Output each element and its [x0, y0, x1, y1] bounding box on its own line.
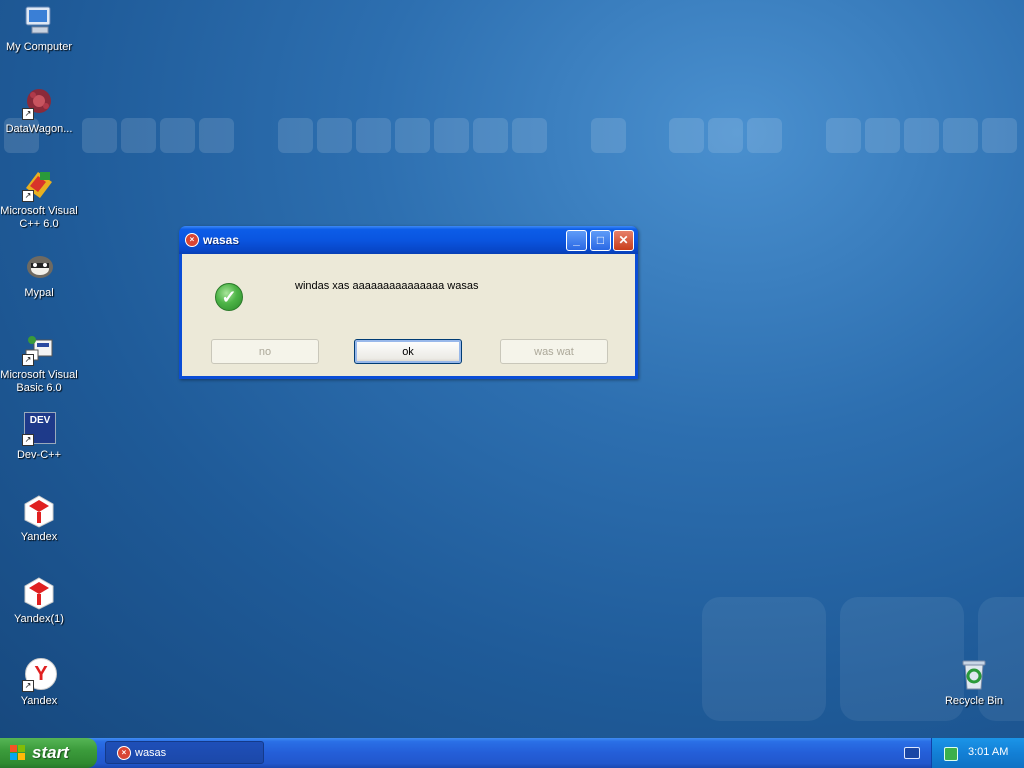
- close-icon: ✕: [618, 233, 629, 247]
- visual-basic-icon: ↗: [22, 332, 56, 366]
- desktop-icon-yandex-browser[interactable]: Y ↗ Yandex: [0, 658, 78, 708]
- desktop-icon-visual-cpp[interactable]: ↗ Microsoft Visual C++ 6.0: [0, 168, 78, 231]
- desktop-icon-yandex-1[interactable]: Yandex(1): [0, 576, 78, 626]
- wallpaper-tile: [708, 118, 743, 153]
- desktop-icon-dev-cpp[interactable]: DEV ↗ Dev-C++: [0, 412, 78, 462]
- wallpaper-tile: [702, 597, 826, 721]
- desktop-icon-recycle-bin[interactable]: Recycle Bin: [935, 658, 1013, 708]
- desktop-icon-my-computer[interactable]: My Computer: [0, 4, 78, 54]
- shortcut-arrow-icon: ↗: [22, 190, 34, 202]
- shortcut-arrow-icon: ↗: [22, 354, 34, 366]
- wallpaper-tile: [865, 118, 900, 153]
- yandex-icon: [22, 494, 56, 528]
- maximize-icon: □: [596, 233, 605, 247]
- wallpaper-tile: [512, 118, 547, 153]
- dialog-title: wasas: [203, 233, 240, 247]
- shortcut-arrow-icon: ↗: [22, 680, 34, 692]
- wallpaper-tile: [356, 118, 391, 153]
- wallpaper-tile: [121, 118, 156, 153]
- taskbar-item-wasas[interactable]: × wasas: [105, 741, 264, 764]
- wallpaper-tile: [160, 118, 195, 153]
- keyboard-layout-icon[interactable]: [904, 747, 920, 759]
- desktop-icon-visual-basic[interactable]: ↗ Microsoft Visual Basic 6.0: [0, 332, 78, 395]
- wallpaper-tile: [395, 118, 430, 153]
- ok-button[interactable]: ok: [354, 339, 462, 364]
- app-error-icon: ×: [185, 233, 199, 247]
- dev-cpp-icon: DEV ↗: [22, 412, 56, 446]
- yandex-icon: [22, 576, 56, 610]
- was-wat-button[interactable]: was wat: [500, 339, 608, 364]
- minimize-icon: _: [573, 233, 580, 247]
- shortcut-arrow-icon: ↗: [22, 434, 34, 446]
- clock[interactable]: 3:01 AM: [968, 746, 1008, 758]
- wallpaper-tile: [82, 118, 117, 153]
- start-button[interactable]: start: [0, 738, 97, 768]
- success-check-icon: ✓: [215, 283, 243, 311]
- yandex-browser-icon: Y ↗: [22, 658, 57, 692]
- wallpaper-tile: [199, 118, 234, 153]
- no-button[interactable]: no: [211, 339, 319, 364]
- close-button[interactable]: ✕: [613, 230, 634, 251]
- wallpaper-tile: [473, 118, 508, 153]
- wallpaper-tile: [904, 118, 939, 153]
- wallpaper-tile: [591, 118, 626, 153]
- shortcut-arrow-icon: ↗: [22, 108, 34, 120]
- wallpaper-tile: [669, 118, 704, 153]
- wallpaper-tile: [747, 118, 782, 153]
- wallpaper-tile: [943, 118, 978, 153]
- message-dialog[interactable]: × wasas _ □ ✕ ✓ windas xas aaaaaaaaaaaaa…: [179, 226, 638, 379]
- wallpaper-tile: [317, 118, 352, 153]
- wallpaper-tile: [982, 118, 1017, 153]
- windows-logo-icon: [10, 745, 26, 761]
- network-icon[interactable]: [944, 747, 958, 761]
- wallpaper-tile: [826, 118, 861, 153]
- app-error-icon: ×: [117, 746, 131, 760]
- mypal-icon: [22, 250, 56, 284]
- datawagon-icon: ↗: [22, 86, 56, 120]
- desktop-icon-yandex[interactable]: Yandex: [0, 494, 78, 544]
- dialog-titlebar[interactable]: × wasas _ □ ✕: [179, 226, 638, 254]
- desktop-icon-datawagon[interactable]: ↗ DataWagon...: [0, 86, 78, 136]
- maximize-button[interactable]: □: [590, 230, 611, 251]
- wallpaper-tile: [434, 118, 469, 153]
- desktop-icon-mypal[interactable]: Mypal: [0, 250, 78, 300]
- taskbar: start × wasas 3:01 AM: [0, 738, 1024, 768]
- my-computer-icon: [22, 4, 56, 38]
- dialog-body: ✓ windas xas aaaaaaaaaaaaaaa wasas no ok…: [182, 254, 635, 376]
- system-tray: 3:01 AM: [931, 738, 1024, 768]
- minimize-button[interactable]: _: [566, 230, 587, 251]
- dialog-message: windas xas aaaaaaaaaaaaaaa wasas: [295, 280, 479, 292]
- wallpaper-tile: [278, 118, 313, 153]
- recycle-bin-icon: [957, 658, 991, 692]
- visual-cpp-icon: ↗: [22, 168, 56, 202]
